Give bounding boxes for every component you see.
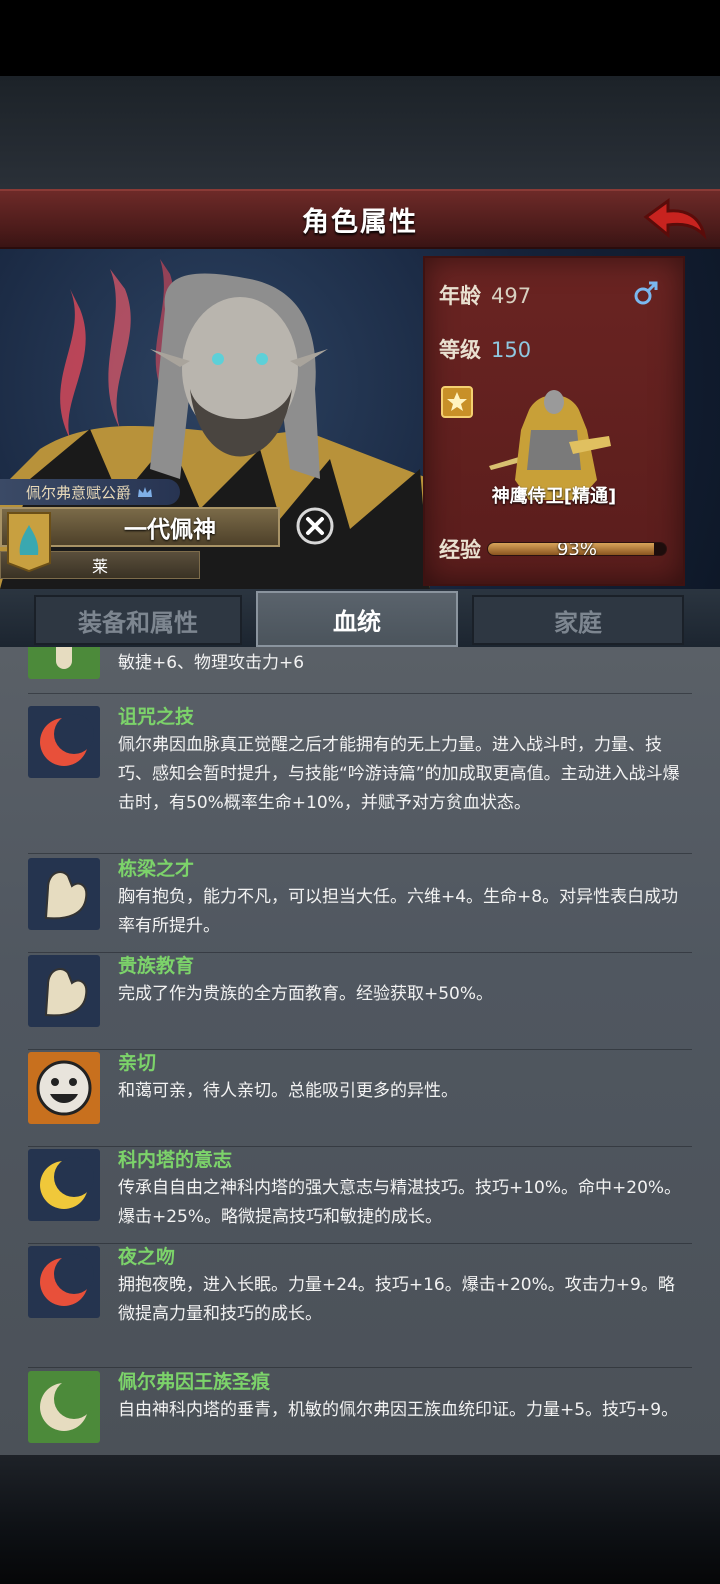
trait-description: 和蔼可亲，待人亲切。总能吸引更多的异性。 [118, 1081, 458, 1101]
age-row: 年龄 497 [439, 280, 531, 310]
back-arrow-icon[interactable] [642, 195, 708, 245]
tab-equipment[interactable]: 装备和属性 [34, 595, 242, 645]
honor-title-badge: 佩尔弗意赋公爵 [0, 479, 180, 505]
male-icon [634, 281, 658, 305]
trait-name: 栋梁之才 [118, 858, 195, 880]
exp-bar: 93% [487, 542, 667, 556]
bone-icon [28, 647, 100, 679]
trait-description: 传承自自由之神科内塔的强大意志与精湛技巧。技巧+10%。命中+20%。爆击+25… [118, 1178, 682, 1227]
trait-description: 拥抱夜晚，进入长眠。力量+24。技巧+16。爆击+20%。攻击力+9。略微提高力… [118, 1275, 675, 1324]
trait-description: 胸有抱负，能力不凡，可以担当大任。六维+4。生命+8。对异性表白成功率有所提升。 [118, 887, 679, 936]
trait-description: 自由神科内塔的垂青，机敏的佩尔弗因王族血统印证。力量+5。技巧+9。 [118, 1400, 679, 1420]
stats-panel: 年龄 497 等级 150 神鹰侍卫[精通] 经验 93% [423, 256, 685, 586]
trait-item[interactable]: 科内塔的意志 传承自自由之神科内塔的强大意志与精湛技巧。技巧+10%。命中+20… [28, 1147, 692, 1244]
trait-item[interactable]: 亲切 和蔼可亲，待人亲切。总能吸引更多的异性。 [28, 1050, 692, 1147]
tab-label: 家庭 [554, 608, 602, 637]
trait-name: 贵族教育 [118, 955, 195, 977]
trait-description: 完成了作为贵族的全方面教育。经验获取+50%。 [118, 984, 494, 1004]
white-moon-icon [28, 1371, 100, 1443]
trait-name: 诅咒之技 [118, 706, 195, 728]
exp-row: 经验 93% [439, 534, 667, 564]
level-row: 等级 150 [439, 334, 531, 364]
trait-name: 佩尔弗因王族圣痕 [118, 1371, 271, 1393]
trait-item[interactable]: 敏捷+6、物理攻击力+6 [28, 647, 692, 694]
tab-label: 装备和属性 [78, 608, 198, 637]
tab-family[interactable]: 家庭 [472, 595, 684, 645]
red-moon-icon [28, 706, 100, 778]
trait-item[interactable]: 夜之吻 拥抱夜晚，进入长眠。力量+24。技巧+16。爆击+20%。攻击力+9。略… [28, 1244, 692, 1368]
status-bar [0, 0, 720, 76]
trait-description: 敏捷+6、物理攻击力+6 [118, 653, 305, 673]
exp-label: 经验 [439, 538, 481, 562]
red-moon-icon [28, 1246, 100, 1318]
page-title: 角色属性 [302, 206, 418, 238]
smiley-face-icon [28, 1052, 100, 1124]
muscle-arm-icon [28, 858, 100, 930]
bottom-background [0, 1455, 720, 1584]
trait-item[interactable]: 诅咒之技 佩尔弗因血脉真正觉醒之后才能拥有的无上力量。进入战斗时，力量、技巧、感… [28, 704, 692, 854]
trait-name: 亲切 [118, 1052, 157, 1074]
trait-item[interactable]: 佩尔弗因王族圣痕 自由神科内塔的垂青，机敏的佩尔弗因王族血统印证。力量+5。技巧… [28, 1369, 692, 1455]
trait-name: 夜之吻 [118, 1246, 176, 1268]
family-name: 莱 [91, 557, 108, 576]
level-value: 150 [491, 338, 532, 362]
age-value: 497 [491, 284, 532, 308]
honor-title: 佩尔弗意赋公爵 [26, 483, 132, 502]
muscle-arm-icon [28, 955, 100, 1027]
trait-name: 科内塔的意志 [118, 1149, 233, 1171]
trait-item[interactable]: 栋梁之才 胸有抱负，能力不凡，可以担当大任。六维+4。生命+8。对异性表白成功率… [28, 856, 692, 953]
trait-list[interactable]: 敏捷+6、物理攻击力+6 诅咒之技 佩尔弗因血脉真正觉醒之后才能拥有的无上力量。… [0, 647, 720, 1455]
crown-icon [138, 487, 153, 497]
tab-bloodline[interactable]: 血统 [256, 591, 458, 647]
tab-label: 血统 [333, 607, 381, 636]
trait-item[interactable]: 贵族教育 完成了作为贵族的全方面教育。经验获取+50%。 [28, 953, 692, 1050]
trait-description: 佩尔弗因血脉真正觉醒之后才能拥有的无上力量。进入战斗时，力量、技巧、感知会暂时提… [118, 735, 680, 813]
unit-name: 神鹰侍卫[精通] [491, 486, 617, 507]
age-label: 年龄 [439, 284, 481, 308]
close-icon[interactable] [296, 507, 334, 545]
title-bar: 角色属性 [0, 189, 720, 249]
level-label: 等级 [439, 338, 481, 362]
character-name: 一代佩神 [124, 517, 216, 543]
top-background [0, 76, 720, 189]
gold-moon-icon [28, 1149, 100, 1221]
exp-value: 93% [556, 542, 597, 556]
tab-bar: 装备和属性 血统 家庭 [0, 589, 720, 647]
house-banner-icon [7, 512, 51, 573]
